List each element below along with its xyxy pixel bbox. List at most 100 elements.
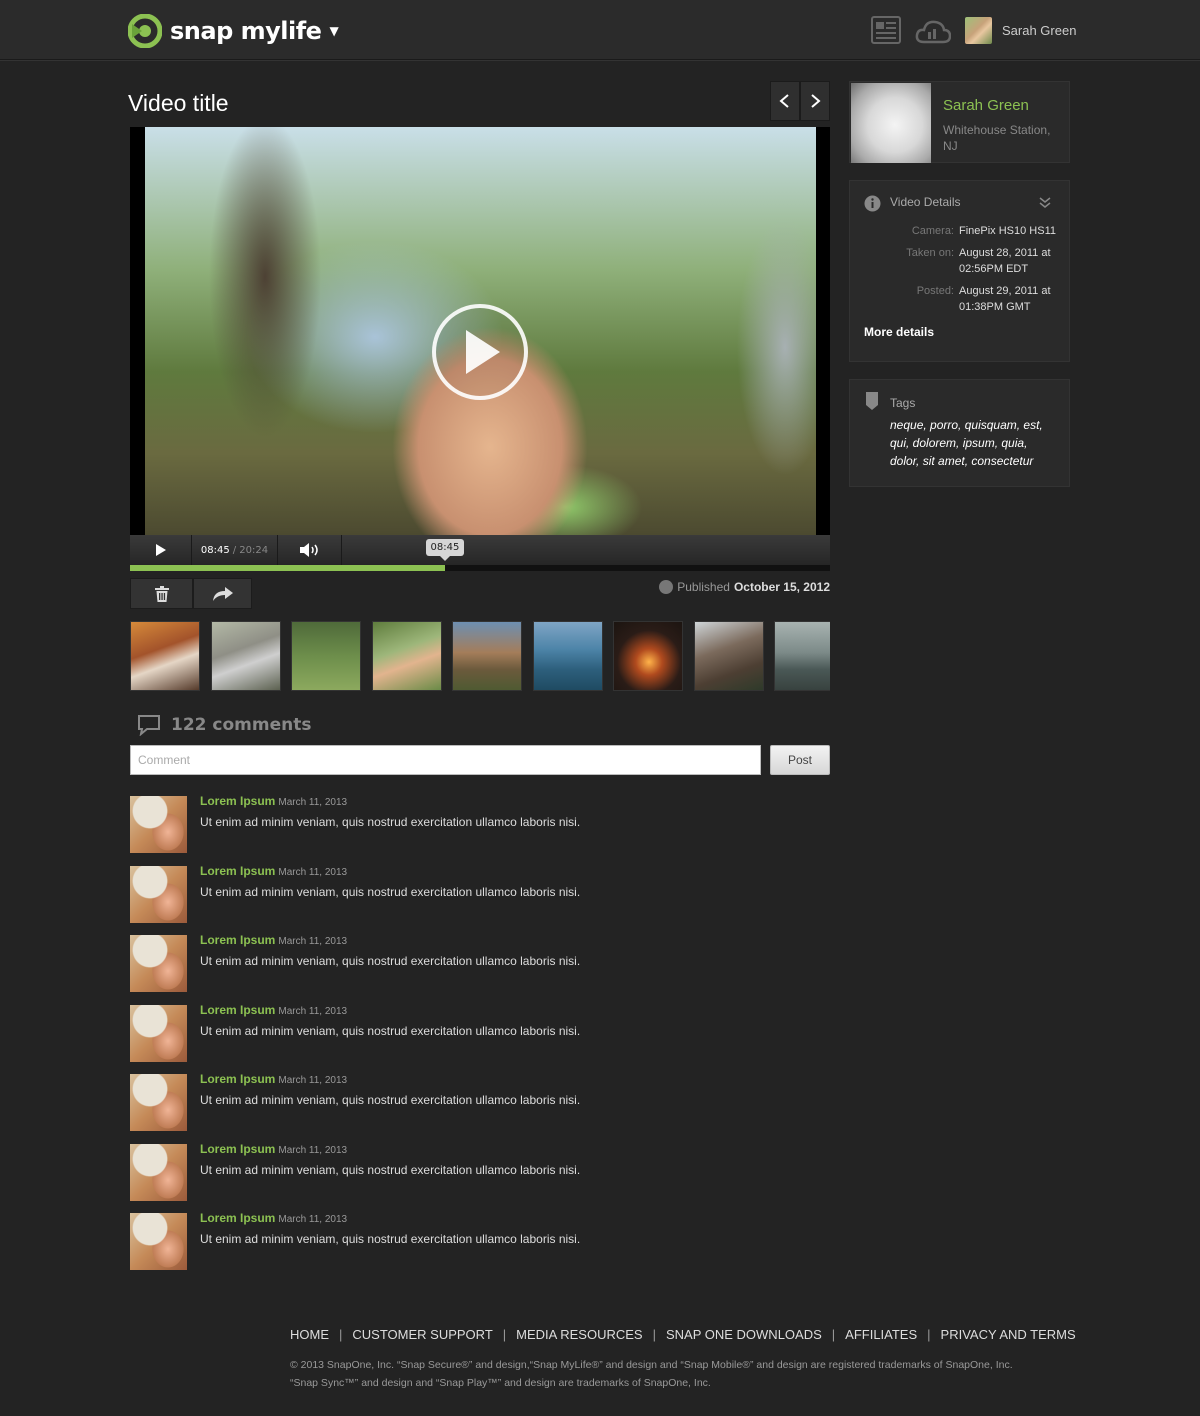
comment-item: Lorem Ipsum March 11, 2013 Ut enim ad min…: [130, 1211, 830, 1270]
thumbnail[interactable]: [130, 621, 200, 691]
footer-link-home[interactable]: HOME: [290, 1327, 329, 1342]
thumbnail[interactable]: [210, 621, 281, 691]
thumbnail[interactable]: [291, 621, 361, 691]
avatar[interactable]: [130, 935, 187, 992]
comment-item: Lorem Ipsum March 11, 2013 Ut enim ad min…: [130, 1072, 830, 1131]
time-display: 08:45 / 20:24: [192, 535, 278, 565]
comment-author[interactable]: Lorem Ipsum March 11, 2013: [200, 1211, 347, 1225]
comment-date: March 11, 2013: [278, 936, 348, 947]
footer-link-affiliates[interactable]: AFFILIATES: [845, 1327, 917, 1342]
play-icon: [466, 330, 500, 374]
video-frame[interactable]: [145, 127, 816, 535]
play-overlay-button[interactable]: [432, 304, 528, 400]
avatar[interactable]: [130, 1005, 187, 1062]
progress-bar[interactable]: [130, 565, 830, 571]
thumbnail[interactable]: [371, 621, 442, 691]
next-button[interactable]: [800, 81, 830, 121]
detail-key: Camera:: [911, 225, 954, 237]
user-name: Sarah Green: [1002, 23, 1077, 38]
comments-count: 122 comments: [171, 715, 312, 735]
previous-button[interactable]: [770, 81, 800, 121]
share-icon: [212, 586, 233, 601]
thumbnail[interactable]: [452, 621, 522, 691]
footer-link-privacy[interactable]: PRIVACY AND TERMS: [941, 1327, 1076, 1342]
video-details-panel: Video Details Camera: FinePix HS10 HS11 …: [849, 180, 1070, 362]
logo[interactable]: snap mylife ▼: [128, 13, 339, 49]
chevron-right-icon: [811, 94, 821, 108]
comments-header: 122 comments: [137, 714, 311, 736]
delete-button[interactable]: [130, 578, 193, 609]
avatar[interactable]: [130, 796, 187, 853]
comment-author[interactable]: Lorem Ipsum March 11, 2013: [200, 864, 347, 878]
play-button[interactable]: [130, 535, 192, 565]
comment-date: March 11, 2013: [278, 1214, 348, 1225]
thumbnail[interactable]: [613, 621, 683, 691]
comment-text: Ut enim ad minim veniam, quis nostrud ex…: [200, 1232, 581, 1246]
comment-date: March 11, 2013: [278, 797, 348, 808]
video-player: 08:45 / 20:24 08:45: [130, 127, 830, 571]
chevron-down-icon[interactable]: ▼: [329, 24, 338, 38]
detail-key: Posted:: [916, 285, 954, 297]
avatar: [965, 17, 992, 44]
top-bar: snap mylife ▼ Sarah Green: [0, 0, 1200, 60]
chevron-left-icon: [779, 94, 789, 108]
volume-button[interactable]: [278, 535, 342, 565]
cloud-icon[interactable]: [915, 18, 951, 44]
comment-item: Lorem Ipsum March 11, 2013 Ut enim ad min…: [130, 933, 830, 992]
duration: / 20:24: [232, 544, 269, 556]
logo-text: snap mylife: [170, 17, 322, 45]
comment-author[interactable]: Lorem Ipsum March 11, 2013: [200, 1142, 347, 1156]
comment-text: Ut enim ad minim veniam, quis nostrud ex…: [200, 1093, 581, 1107]
detail-value: FinePix HS10 HS11: [959, 225, 1057, 237]
comment-date: March 11, 2013: [278, 1075, 348, 1086]
comment-author[interactable]: Lorem Ipsum March 11, 2013: [200, 1072, 347, 1086]
news-icon[interactable]: [871, 16, 901, 44]
profile-photo[interactable]: [851, 83, 931, 163]
user-menu[interactable]: Sarah Green: [965, 17, 1076, 44]
comment-date: March 11, 2013: [278, 1145, 348, 1156]
comment-item: Lorem Ipsum March 11, 2013 Ut enim ad min…: [130, 794, 830, 853]
copyright-line: “Snap Sync™” and design and “Snap Play™”…: [290, 1377, 711, 1389]
thumbnail[interactable]: [693, 621, 764, 691]
comment-author[interactable]: Lorem Ipsum March 11, 2013: [200, 933, 347, 947]
comment-bubble-icon: [138, 715, 160, 736]
thumbnail[interactable]: [774, 621, 830, 691]
profile-card: Sarah Green Whitehouse Station, NJ: [849, 81, 1070, 163]
comment-author[interactable]: Lorem Ipsum March 11, 2013: [200, 1003, 347, 1017]
thumbnail[interactable]: [532, 621, 603, 691]
footer-link-downloads[interactable]: SNAP ONE DOWNLOADS: [666, 1327, 822, 1342]
post-button[interactable]: Post: [770, 745, 830, 775]
current-time: 08:45: [200, 544, 230, 556]
play-icon: [155, 544, 166, 556]
share-button[interactable]: [193, 578, 252, 609]
tags-title: Tags: [890, 396, 916, 410]
double-chevron-down-icon[interactable]: [1039, 197, 1051, 209]
footer-link-media[interactable]: MEDIA RESOURCES: [516, 1327, 642, 1342]
avatar[interactable]: [130, 1074, 187, 1131]
comment-input[interactable]: [130, 745, 761, 775]
tag-icon: [866, 392, 878, 410]
info-icon: [864, 195, 881, 212]
copyright-line: © 2013 SnapOne, Inc. “Snap Secure®” and …: [290, 1359, 1013, 1371]
more-details-link[interactable]: More details: [864, 325, 934, 339]
comment-text: Ut enim ad minim veniam, quis nostrud ex…: [200, 954, 581, 968]
trash-icon: [154, 585, 169, 602]
footer-link-support[interactable]: CUSTOMER SUPPORT: [352, 1327, 492, 1342]
video-nav: [770, 81, 830, 121]
tags-panel: Tags neque, porro, quisquam, est, qui, d…: [849, 379, 1070, 487]
globe-icon: [659, 580, 674, 594]
detail-key: Taken on:: [906, 247, 954, 259]
comment-item: Lorem Ipsum March 11, 2013 Ut enim ad min…: [130, 864, 830, 923]
comment-item: Lorem Ipsum March 11, 2013 Ut enim ad min…: [130, 1003, 830, 1062]
avatar[interactable]: [130, 1144, 187, 1201]
profile-name[interactable]: Sarah Green: [943, 97, 1029, 114]
tags-list[interactable]: neque, porro, quisquam, est, qui, dolore…: [890, 416, 1060, 470]
logo-icon: [128, 14, 162, 48]
avatar[interactable]: [130, 1213, 187, 1270]
detail-value: August 28, 2011 at 02:56PM EDT: [959, 247, 1051, 275]
avatar[interactable]: [130, 866, 187, 923]
comment-author[interactable]: Lorem Ipsum March 11, 2013: [200, 794, 347, 808]
copyright: © 2013 SnapOne, Inc. “Snap Secure®” and …: [290, 1356, 1050, 1392]
published-date: October 15, 2012: [733, 580, 830, 594]
footer-nav: HOME | CUSTOMER SUPPORT | MEDIA RESOURCES |…: [290, 1327, 1076, 1342]
